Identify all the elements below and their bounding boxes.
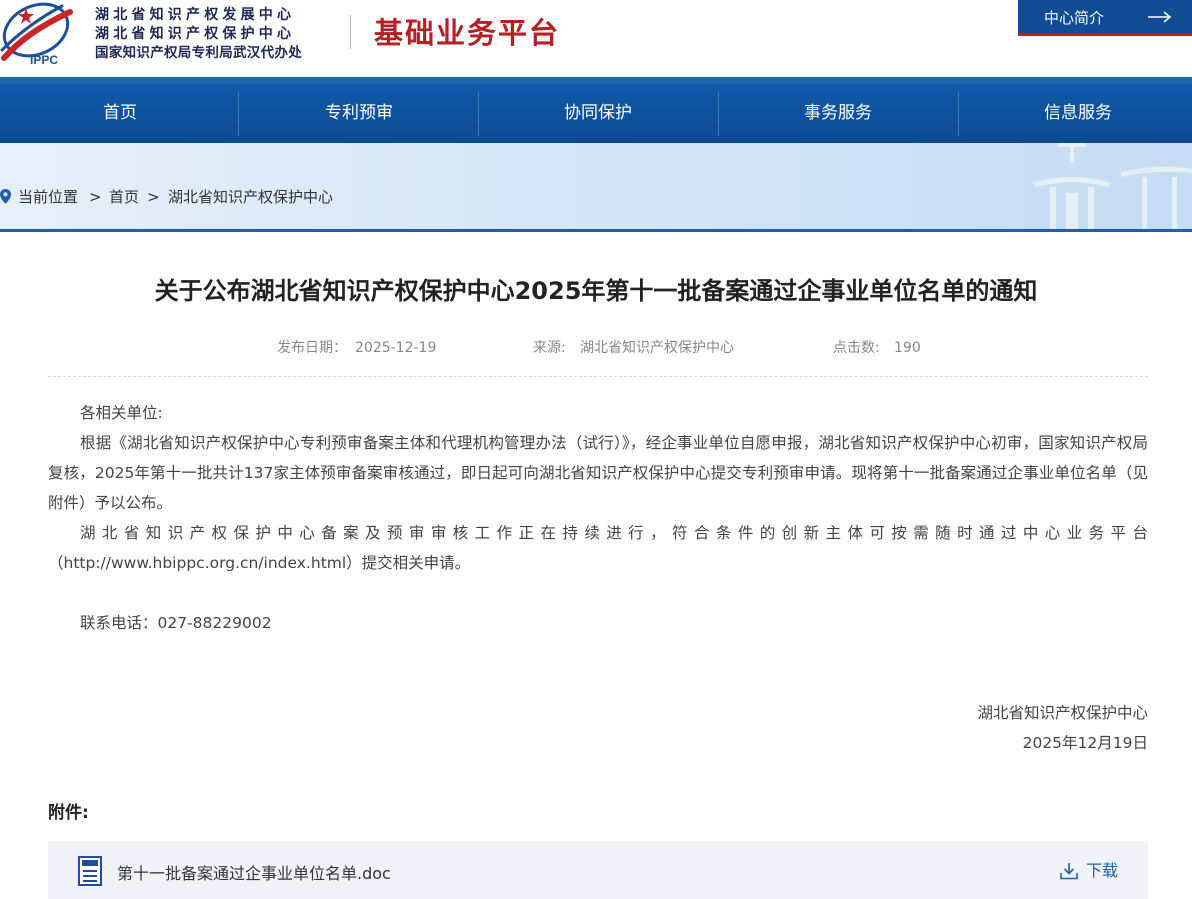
center-intro-button[interactable]: 中心简介 — [1018, 0, 1192, 36]
attachment-item: 第十一批备案通过企事业单位名单.doc 下载 — [48, 841, 1148, 899]
site-header: IPPC 湖北省知识产权发展中心 湖北省知识产权保护中心 国家知识产权局专利局武… — [0, 0, 1192, 77]
attachment-file-name[interactable]: 第十一批备案通过企事业单位名单.doc — [117, 860, 391, 884]
breadcrumb-separator: > — [147, 188, 160, 206]
nav-item-home[interactable]: 首页 — [0, 84, 240, 143]
meta-divider — [48, 376, 1148, 377]
signature-date: 2025年12月19日 — [1022, 734, 1148, 752]
org-name-line1: 湖北省知识产权发展中心 — [95, 7, 296, 23]
article-content: 各相关单位: 根据《湖北省知识产权保护中心专利预审备案主体和代理机构管理办法（试… — [48, 398, 1148, 638]
publish-date-label: 发布日期： — [277, 340, 347, 356]
breadcrumb-separator: > — [89, 188, 102, 206]
breadcrumb-home-link[interactable]: 首页 — [109, 187, 139, 207]
attachment-title: 附件: — [48, 803, 89, 823]
download-icon — [1060, 863, 1078, 880]
greeting: 各相关单位: — [80, 404, 163, 422]
source-value: 湖北省知识产权保护中心 — [580, 340, 734, 356]
document-icon — [78, 856, 102, 886]
ippc-logo-icon[interactable]: IPPC — [0, 0, 80, 70]
platform-title: 基础业务平台 — [374, 16, 561, 50]
paragraph-2-url: （http://www.hbippc.org.cn/index.html）提交相… — [48, 554, 471, 572]
header-divider — [350, 15, 351, 49]
org-name-line2: 湖北省知识产权保护中心 — [95, 26, 296, 42]
paragraph-2: 湖北省知识产权保护中心备案及预审审核工作正在持续进行，符合条件的创新主体可按需随… — [80, 524, 1148, 542]
breadcrumb-current[interactable]: 湖北省知识产权保护中心 — [168, 187, 333, 207]
download-label: 下载 — [1086, 861, 1119, 880]
paragraph-1: 根据《湖北省知识产权保护中心专利预审备案主体和代理机构管理办法（试行）》，经企事… — [48, 434, 1148, 512]
nav-item-affairs-service[interactable]: 事务服务 — [718, 84, 958, 143]
location-pin-icon — [0, 189, 11, 204]
signature: 湖北省知识产权保护中心 2025年12月19日 — [977, 698, 1148, 758]
source-label: 来源: — [533, 340, 566, 356]
nav-item-patent-prereview[interactable]: 专利预审 — [239, 84, 479, 143]
article-title: 关于公布湖北省知识产权保护中心2025年第十一批备案通过企事业单位名单的通知 — [154, 277, 1038, 305]
main-nav: 首页 专利预审 协同保护 事务服务 信息服务 — [0, 77, 1192, 143]
nav-item-info-service[interactable]: 信息服务 — [958, 84, 1192, 143]
nav-item-collaborative-protection[interactable]: 协同保护 — [478, 84, 718, 143]
signature-org: 湖北省知识产权保护中心 — [977, 704, 1148, 722]
org-names: 湖北省知识产权发展中心 湖北省知识产权保护中心 国家知识产权局专利局武汉代办处 — [95, 6, 302, 63]
clicks-label: 点击数: — [833, 340, 880, 356]
publish-date: 2025-12-19 — [355, 340, 437, 356]
breadcrumb-banner: 当前位置 > 首页 > 湖北省知识产权保护中心 — [0, 143, 1192, 232]
logo-text: IPPC — [30, 53, 58, 67]
arrow-right-icon — [1148, 11, 1172, 23]
contact-phone: 联系电话：027-88229002 — [80, 614, 272, 632]
breadcrumb-prefix: 当前位置 — [18, 188, 79, 206]
clicks-count: 190 — [894, 340, 921, 356]
center-intro-label: 中心简介 — [1044, 9, 1105, 27]
pavilion-decoration-icon — [1032, 143, 1192, 229]
org-name-line3: 国家知识产权局专利局武汉代办处 — [95, 45, 302, 61]
